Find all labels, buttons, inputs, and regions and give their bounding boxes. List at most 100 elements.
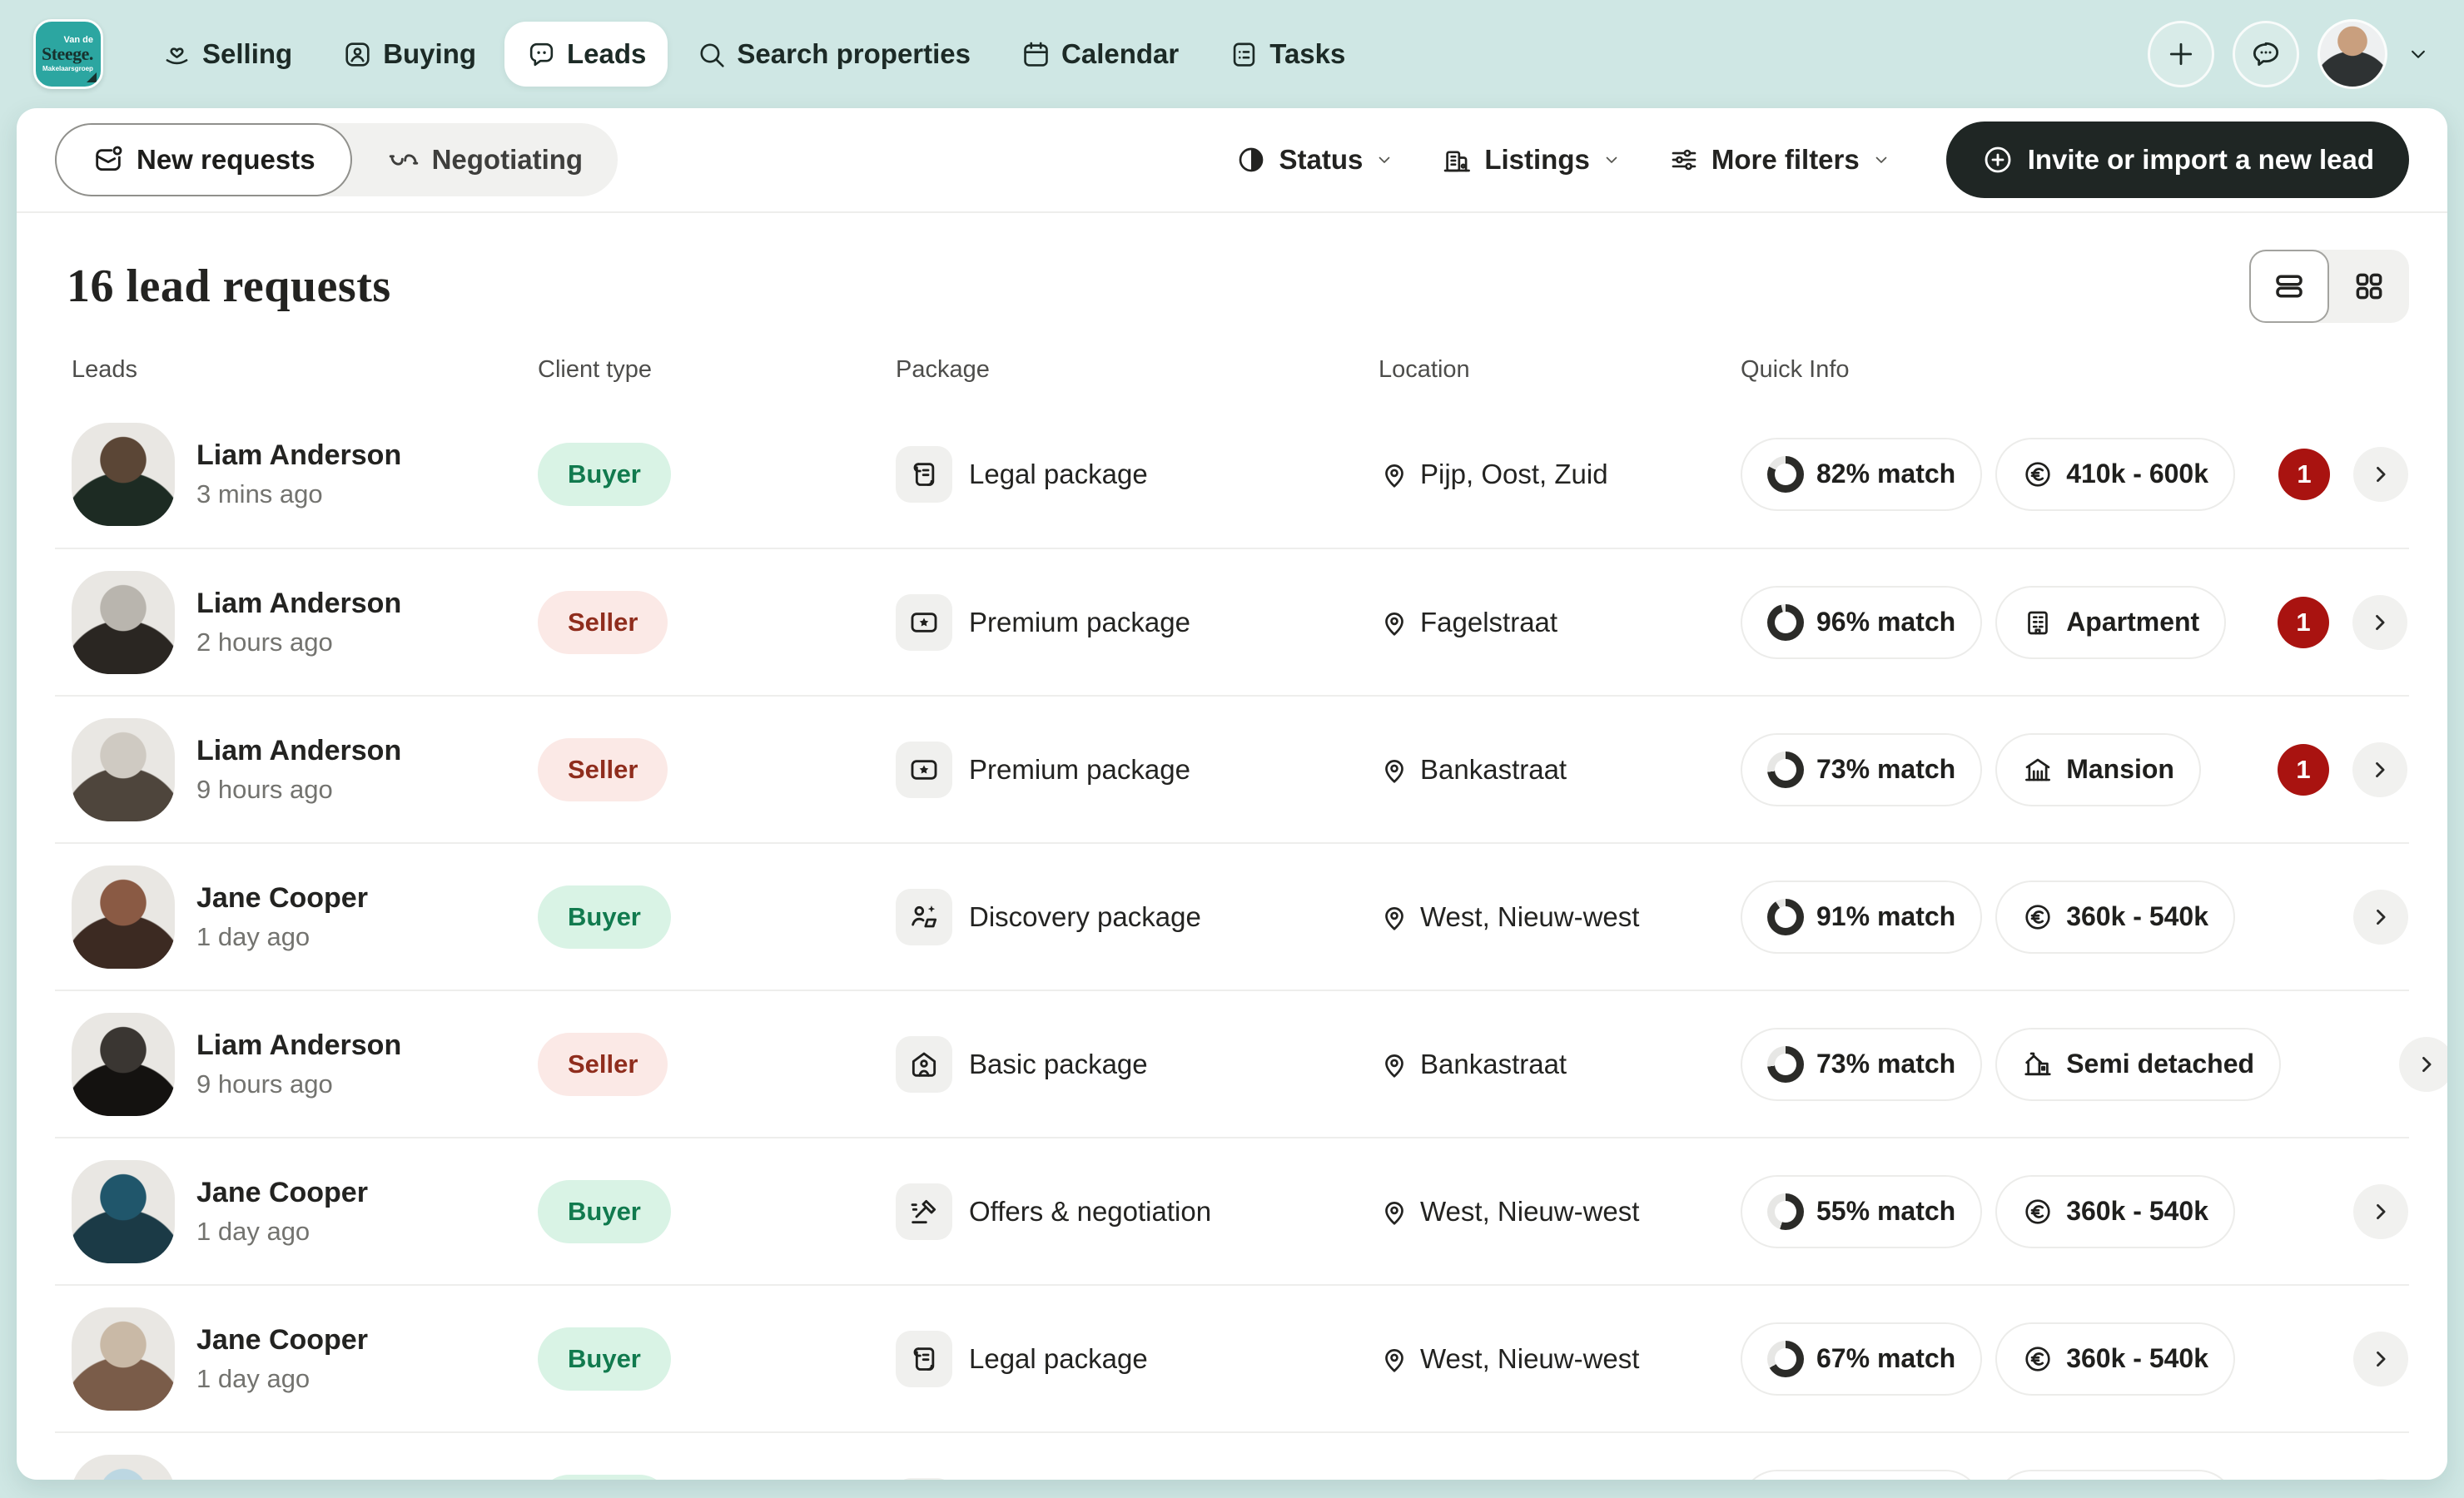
- open-lead-button[interactable]: [2353, 1184, 2408, 1239]
- lead-time: 9 hours ago: [196, 1069, 401, 1099]
- status-filter[interactable]: Status: [1235, 144, 1394, 176]
- package-chip: [896, 1478, 952, 1481]
- add-button[interactable]: [2148, 21, 2214, 87]
- logo-line3: Makelaarsgroep: [42, 65, 93, 72]
- open-lead-button[interactable]: [2353, 890, 2408, 945]
- chevron-right-icon: [2368, 611, 2392, 634]
- chevron-down-icon[interactable]: [2406, 42, 2431, 67]
- pin-icon: [1379, 459, 1410, 490]
- list-view-button[interactable]: [2249, 250, 2329, 323]
- open-lead-button[interactable]: [2353, 447, 2408, 502]
- avatar: [72, 423, 175, 526]
- basic-house-icon: [907, 1048, 941, 1081]
- package-label: Basic package: [969, 1049, 1148, 1080]
- logo-line2: Steege.: [42, 43, 93, 65]
- view-toggle: [2249, 250, 2409, 323]
- nav-item-buying[interactable]: Buying: [320, 22, 498, 87]
- match-progress-icon: [1767, 1046, 1804, 1083]
- search-icon: [696, 39, 727, 70]
- unread-badge: 1: [2278, 597, 2329, 648]
- tab-negotiating[interactable]: Negotiating: [352, 123, 618, 196]
- open-lead-button[interactable]: [2353, 1332, 2408, 1386]
- client-type-badge: Buyer: [538, 1180, 671, 1243]
- invite-import-lead-button[interactable]: Invite or import a new lead: [1946, 122, 2409, 198]
- chevron-down-icon: [1374, 150, 1394, 170]
- open-lead-button[interactable]: [2399, 1037, 2447, 1092]
- nav-item-leads[interactable]: Leads: [504, 22, 668, 87]
- pin-icon: [1379, 1343, 1410, 1375]
- avatar: [72, 571, 175, 674]
- grid-view-button[interactable]: [2329, 250, 2409, 323]
- location-cell: Bankastraat: [1379, 754, 1741, 786]
- mansion-icon: [2022, 754, 2054, 786]
- location-label: West, Nieuw-west: [1420, 1196, 1639, 1228]
- semi-detached-icon: [2022, 1049, 2054, 1080]
- lead-time: 3 mins ago: [196, 479, 401, 509]
- match-badge: 73% match: [1741, 733, 1982, 806]
- nav-item-selling[interactable]: Selling: [140, 22, 314, 87]
- row-actions: [2235, 890, 2410, 945]
- nav-item-label: Calendar: [1061, 38, 1179, 70]
- quick-info-cell: 55% match 360k - 540k: [1741, 1175, 2235, 1248]
- lead-row[interactable]: Liam Anderson 9 hours ago Seller Premium…: [55, 695, 2409, 842]
- quick-info-cell: 91% match 360k - 540k: [1741, 880, 2235, 954]
- nav-item-search-properties[interactable]: Search properties: [674, 22, 992, 87]
- calendar-icon: [1021, 39, 1051, 70]
- lead-row[interactable]: Jane Cooper 1 day ago Buyer Discovery pa…: [55, 842, 2409, 990]
- discovery-icon: [907, 900, 941, 934]
- package-chip: [896, 1183, 952, 1240]
- lead-row[interactable]: Liam Anderson 9 hours ago Seller Basic p…: [55, 990, 2409, 1137]
- quick-info-cell: 73% match Semi detached: [1741, 1028, 2281, 1101]
- match-progress-icon: [1767, 899, 1804, 935]
- nav-item-calendar[interactable]: Calendar: [999, 22, 1200, 87]
- lead-time: 1 day ago: [196, 922, 368, 952]
- lead-row[interactable]: Liam Anderson 2 hours ago Seller Premium…: [55, 548, 2409, 695]
- tab-negotiating-label: Negotiating: [432, 144, 583, 176]
- negotiation-gavel-icon: [907, 1195, 941, 1228]
- plus-circle-icon: [1981, 143, 2014, 176]
- tab-new-requests-label: New requests: [137, 144, 315, 176]
- open-lead-button[interactable]: [2353, 1479, 2408, 1481]
- lead-row[interactable]: Jane Cooper 1 day ago Buyer Legal packag…: [55, 1284, 2409, 1431]
- package-cell: Premium package: [896, 742, 1379, 798]
- nav-item-tasks[interactable]: Tasks: [1207, 22, 1367, 87]
- more-filters[interactable]: More filters: [1668, 144, 1891, 176]
- listings-filter[interactable]: Listings: [1441, 144, 1622, 176]
- row-actions: 1: [2234, 742, 2409, 797]
- tab-new-requests[interactable]: New requests: [55, 123, 352, 196]
- pin-icon: [1379, 754, 1410, 786]
- lead-row[interactable]: Jane Cooper Buyer Offers & negotiation W…: [55, 1431, 2409, 1480]
- lead-cell: Jane Cooper 1 day ago: [55, 866, 538, 969]
- client-type-badge: Buyer: [538, 1327, 671, 1391]
- info-badge: 410k - 600k: [1995, 438, 2235, 511]
- lead-list: Liam Anderson 3 mins ago Buyer Legal pac…: [17, 400, 2447, 1480]
- column-header-client-type: Client type: [538, 356, 896, 384]
- client-type-badge: Seller: [538, 1033, 668, 1096]
- messages-button[interactable]: [2233, 21, 2299, 87]
- open-lead-button[interactable]: [2352, 742, 2407, 797]
- row-actions: [2281, 1037, 2447, 1092]
- lead-name: Jane Cooper: [196, 1324, 368, 1357]
- lead-row[interactable]: Liam Anderson 3 mins ago Buyer Legal pac…: [55, 400, 2409, 548]
- package-label: Legal package: [969, 1343, 1148, 1375]
- chevron-right-icon: [2415, 1053, 2438, 1076]
- location-cell: Pijp, Oost, Zuid: [1379, 459, 1741, 490]
- lead-row[interactable]: Jane Cooper 1 day ago Buyer Offers & neg…: [55, 1137, 2409, 1284]
- listings-filter-label: Listings: [1484, 144, 1590, 176]
- user-avatar[interactable]: [2317, 19, 2387, 89]
- info-badge: Semi detached: [1995, 1028, 2281, 1101]
- info-badge: 360k - 540k: [1995, 1322, 2235, 1396]
- top-actions: [2148, 19, 2431, 89]
- package-cell: Offers & negotiation: [896, 1183, 1379, 1240]
- row-actions: [2235, 1479, 2410, 1481]
- lead-name: Jane Cooper: [196, 1177, 368, 1209]
- avatar: [72, 866, 175, 969]
- package-cell: Offers & negotiation: [896, 1478, 1379, 1481]
- brand-logo[interactable]: Van de Steege. Makelaarsgroep: [33, 19, 103, 89]
- quick-info-cell: 67% match 360k - 540k: [1741, 1322, 2235, 1396]
- lead-time: 2 hours ago: [196, 627, 401, 657]
- package-label: Discovery package: [969, 901, 1201, 933]
- open-lead-button[interactable]: [2352, 595, 2407, 650]
- location-cell: West, Nieuw-west: [1379, 1343, 1741, 1375]
- client-type-badge: Seller: [538, 591, 668, 654]
